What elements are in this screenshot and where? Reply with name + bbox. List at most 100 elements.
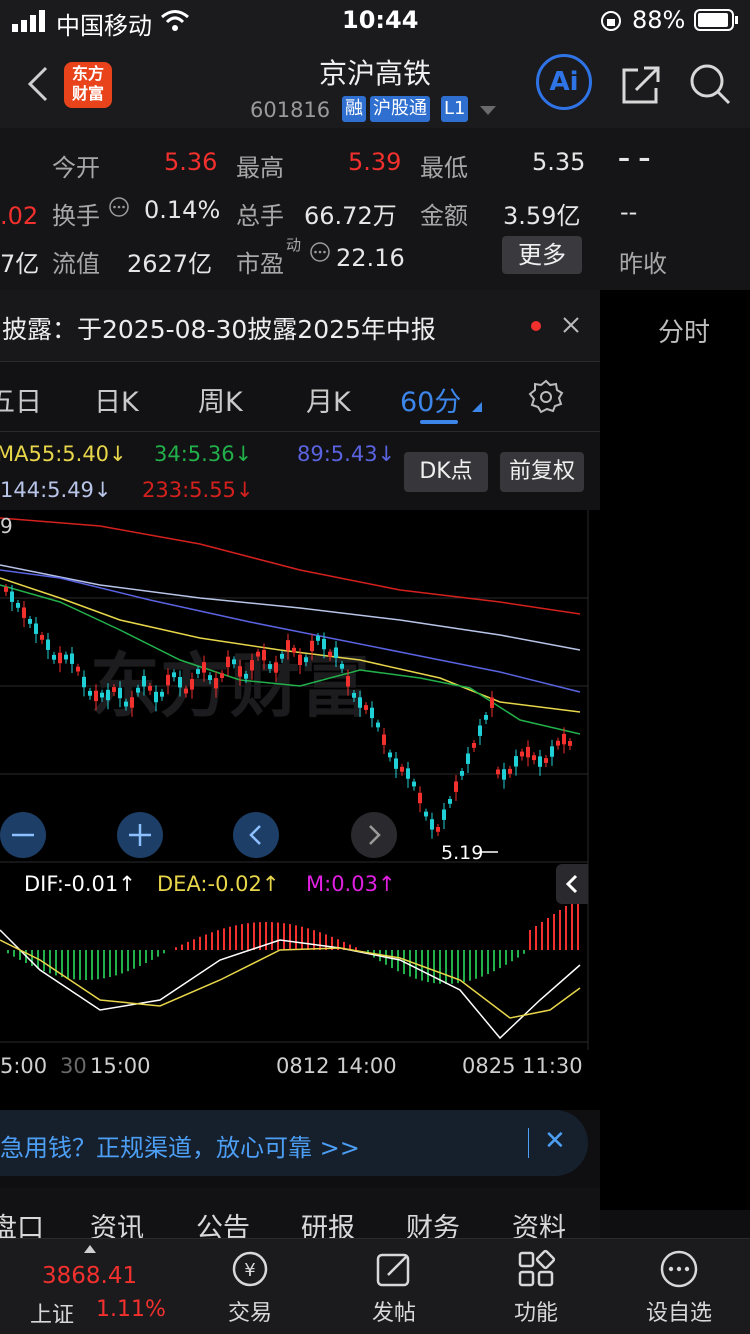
add-watchlist-button[interactable]: 设自选 xyxy=(604,1239,750,1334)
zoom-in-button[interactable] xyxy=(117,812,163,858)
settings-icon[interactable] xyxy=(528,378,564,414)
candle-body xyxy=(64,654,68,660)
amount-label: 金额 xyxy=(420,202,468,230)
tab-monthly-k[interactable]: 月K xyxy=(306,380,351,419)
candle-body xyxy=(454,781,458,792)
low-label: 最低 xyxy=(420,154,468,182)
close-icon[interactable] xyxy=(562,316,580,334)
dk-point-button[interactable]: DK点 xyxy=(404,452,488,492)
x-label-3: 15:00 xyxy=(90,1054,151,1078)
ad-separator xyxy=(528,1128,529,1158)
candle-body xyxy=(34,623,38,634)
candle-body xyxy=(412,781,416,787)
candle-body xyxy=(130,697,134,708)
candle-body xyxy=(154,691,158,703)
candle-body xyxy=(400,766,404,772)
share-icon[interactable] xyxy=(620,64,662,106)
candle-body xyxy=(256,651,260,657)
period-dropdown-icon[interactable] xyxy=(472,402,482,412)
index-ticker[interactable]: 3868.41 上证 1.11% xyxy=(0,1239,166,1334)
tab-profile[interactable]: 资料 xyxy=(512,1206,566,1238)
candle-body xyxy=(250,660,254,671)
tab-announcements[interactable]: 公告 xyxy=(196,1206,250,1238)
candle-body xyxy=(112,687,116,692)
kline-chart[interactable]: 东方财富 9 5:00 30 15:00 0812 14:00 0825 11:… xyxy=(0,510,600,1110)
candle-body xyxy=(556,740,560,746)
candle-body xyxy=(190,679,194,690)
candle-body xyxy=(166,674,170,686)
search-icon[interactable] xyxy=(688,62,732,106)
candle-body xyxy=(466,753,470,764)
volume-label: 总手 xyxy=(236,202,284,230)
candle-body xyxy=(160,691,164,697)
battery-percent: 88% xyxy=(632,6,686,34)
ad-banner[interactable]: 急用钱？正规渠道，放心可靠 >> ✕ xyxy=(0,1110,588,1176)
chevron-left-icon xyxy=(249,825,261,845)
candle-body xyxy=(286,640,290,651)
candle-body xyxy=(40,635,44,640)
scroll-left-button[interactable] xyxy=(233,812,279,858)
info-icon[interactable] xyxy=(108,196,130,218)
candle-body xyxy=(124,701,128,707)
candle-body xyxy=(376,722,380,728)
x-label-4: 0812 14:00 xyxy=(276,1054,397,1078)
function-label: 功能 xyxy=(513,1301,558,1326)
battery-icon xyxy=(694,9,738,31)
post-button[interactable]: 发帖 xyxy=(319,1239,469,1334)
pe-info-icon[interactable] xyxy=(309,241,331,263)
zoom-out-button[interactable] xyxy=(0,812,46,858)
tab-financials[interactable]: 财务 xyxy=(406,1206,460,1238)
tab-intraday[interactable]: 分时 xyxy=(658,312,710,349)
candle-body xyxy=(484,715,488,720)
candle-body xyxy=(478,725,482,736)
ai-label: Ai xyxy=(549,67,579,97)
price-change-fragment: .02 xyxy=(0,202,39,230)
trade-label: 交易 xyxy=(227,1301,272,1326)
caret-up-icon xyxy=(84,1245,96,1253)
candle-body xyxy=(490,697,494,708)
ai-assistant-button[interactable]: Ai xyxy=(536,54,592,110)
candle-body xyxy=(508,768,512,774)
candle-body xyxy=(10,591,14,602)
candle-body xyxy=(94,690,98,702)
post-label: 发帖 xyxy=(371,1301,416,1326)
ad-close-icon[interactable]: ✕ xyxy=(544,1126,566,1156)
tab-research[interactable]: 研报 xyxy=(301,1206,355,1238)
tab-60-min[interactable]: 60分 xyxy=(400,380,461,419)
candle-body xyxy=(58,652,62,664)
candle-body xyxy=(418,792,422,804)
dropdown-icon[interactable] xyxy=(480,106,496,116)
candle-body xyxy=(442,809,446,820)
tab-order-book[interactable]: 盘口 xyxy=(0,1206,44,1238)
candle-body xyxy=(532,755,536,761)
index-value: 3868.41 xyxy=(42,1263,138,1289)
ma89-value: 89:5.43↓ xyxy=(297,442,396,466)
candle-body xyxy=(22,607,26,618)
candle-body xyxy=(346,676,350,687)
function-button[interactable]: 功能 xyxy=(461,1239,611,1334)
stock-code: 601816 xyxy=(250,98,331,122)
candle-body xyxy=(82,676,86,688)
disclosure-banner[interactable]: 披露：于2025-08-30披露2025年中报 xyxy=(0,290,600,362)
collapse-panel-button[interactable] xyxy=(556,864,588,904)
candle-body xyxy=(52,654,56,660)
tab-weekly-k[interactable]: 周K xyxy=(198,380,243,419)
candle-body xyxy=(268,664,272,669)
candle-body xyxy=(28,619,32,624)
scroll-right-button[interactable] xyxy=(351,812,397,858)
adjust-button[interactable]: 前复权 xyxy=(500,452,584,492)
more-button[interactable]: 更多 xyxy=(502,236,582,274)
turnover-value: 0.14% xyxy=(144,196,221,224)
trade-button[interactable]: ¥ 交易 xyxy=(175,1239,325,1334)
ma-legend: MA55:5.40↓ 34:5.36↓ 89:5.43↓ 144:5.49↓ 2… xyxy=(0,432,600,510)
clock: 10:44 xyxy=(342,6,419,34)
chart-canvas[interactable]: 东方财富 xyxy=(0,510,600,1050)
volume-value: 66.72万 xyxy=(304,202,397,230)
candle-body xyxy=(550,746,554,757)
candle-body xyxy=(76,666,80,672)
content-tabs: 盘口 资讯 公告 研报 财务 资料 xyxy=(0,1188,600,1238)
tab-five-day[interactable]: 五日 xyxy=(0,380,42,419)
tab-daily-k[interactable]: 日K xyxy=(94,380,139,419)
connect-tag: 沪股通 xyxy=(370,96,430,122)
tab-news[interactable]: 资讯 xyxy=(90,1206,144,1238)
